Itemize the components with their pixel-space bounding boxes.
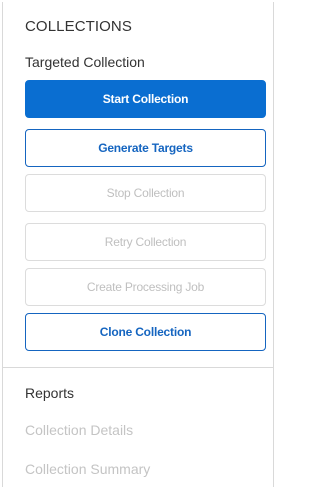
clone-collection-button[interactable]: Clone Collection [25,313,266,351]
collections-panel: COLLECTIONS Targeted Collection Start Co… [2,2,274,487]
generate-targets-button[interactable]: Generate Targets [25,129,266,167]
collections-section-title: COLLECTIONS [25,18,132,35]
start-collection-button[interactable]: Start Collection [25,80,266,118]
collection-details-link: Collection Details [25,422,134,438]
section-divider [3,367,273,368]
collection-summary-link: Collection Summary [25,461,151,477]
reports-title: Reports [25,385,75,401]
create-processing-job-button: Create Processing Job [25,268,266,306]
retry-collection-button: Retry Collection [25,223,266,261]
stop-collection-button: Stop Collection [25,174,266,212]
targeted-collection-title: Targeted Collection [25,54,145,70]
